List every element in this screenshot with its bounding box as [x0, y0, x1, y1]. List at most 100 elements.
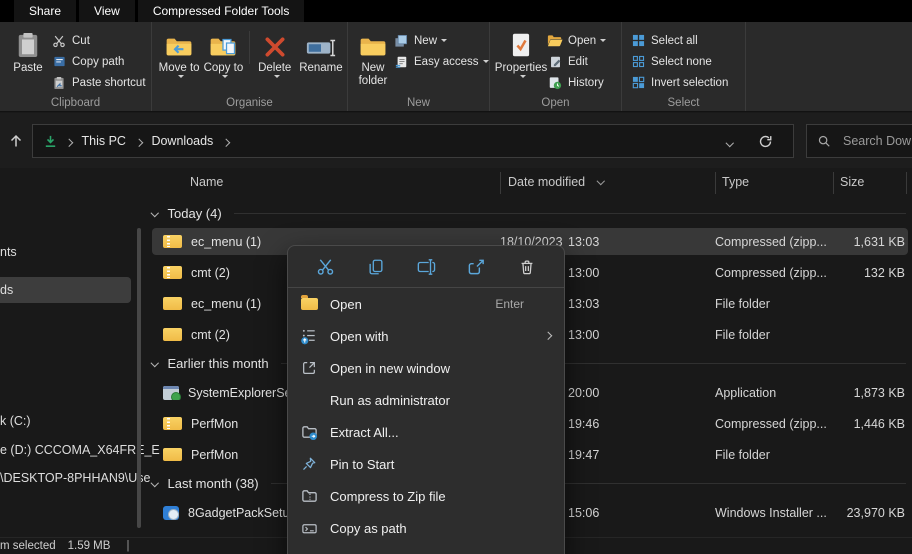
- sidebar-item-network-path[interactable]: \DESKTOP-8PHHAN9\Use: [0, 471, 151, 485]
- scissors-icon: [51, 33, 67, 48]
- address-band: This PC Downloads Search Downloads: [0, 113, 912, 168]
- collapse-chevron-icon: [151, 479, 159, 487]
- copy-path-button[interactable]: Copy path: [51, 51, 146, 72]
- ribbon-group-organise: Move to Copy to Delete: [152, 22, 348, 111]
- address-bar[interactable]: This PC Downloads: [32, 124, 794, 158]
- sidebar-item-local-disk-c[interactable]: k (C:): [0, 414, 31, 428]
- sidebar-scrollbar-thumb[interactable]: [137, 228, 141, 528]
- refresh-icon: [758, 134, 773, 149]
- scissors-icon: [316, 257, 335, 276]
- menu-item-extract-all[interactable]: Extract All...: [288, 416, 564, 448]
- select-none-button[interactable]: Select none: [630, 51, 728, 72]
- copy-icon: [367, 258, 385, 276]
- sidebar-item-drive-d[interactable]: e (D:) CCCOMA_X64FRE_E: [0, 443, 160, 457]
- ribbon-tab-bar: Share View Compressed Folder Tools: [0, 0, 912, 22]
- copy-path-icon: [51, 54, 67, 69]
- menu-item-pin-to-start[interactable]: Pin to Start: [288, 448, 564, 480]
- up-button[interactable]: [4, 129, 28, 153]
- copy-to-button[interactable]: Copy to: [201, 27, 245, 78]
- paste-shortcut-button[interactable]: Paste shortcut: [51, 72, 146, 93]
- trash-icon: [518, 258, 536, 276]
- invert-selection-icon: [630, 75, 646, 90]
- sort-indicator-icon: [598, 170, 604, 188]
- copy-icon-button[interactable]: [361, 252, 391, 282]
- delete-x-icon: [263, 28, 287, 59]
- compress-zip-icon: [300, 487, 318, 505]
- move-to-button[interactable]: Move to: [157, 27, 201, 78]
- ribbon-group-open: Properties Open Edit: [490, 22, 622, 111]
- zip-folder-icon: [163, 266, 182, 279]
- selection-size-text: 1.59 MB: [68, 540, 111, 552]
- column-header-name[interactable]: Name: [190, 175, 223, 189]
- pin-icon: [300, 455, 318, 473]
- extract-all-icon: [300, 423, 318, 441]
- open-with-icon: [300, 327, 318, 345]
- address-dropdown-button[interactable]: [727, 134, 733, 148]
- column-header-type[interactable]: Type: [722, 175, 749, 189]
- folder-icon: [163, 448, 182, 461]
- tab-compressed-folder-tools[interactable]: Compressed Folder Tools: [138, 0, 305, 22]
- paste-button[interactable]: Paste: [5, 27, 51, 93]
- search-input[interactable]: Search Downloads: [806, 124, 912, 158]
- menu-item-open-in-new-window[interactable]: Open in new window: [288, 352, 564, 384]
- cut-icon-button[interactable]: [310, 252, 340, 282]
- column-divider[interactable]: [833, 172, 834, 194]
- rename-icon-button[interactable]: [411, 252, 441, 282]
- column-header-size[interactable]: Size: [840, 175, 864, 189]
- ribbon-group-select: Select all Select none Invert selection …: [622, 22, 746, 111]
- refresh-button[interactable]: [758, 134, 773, 149]
- rename-icon: [416, 258, 436, 276]
- new-item-button[interactable]: New: [393, 30, 489, 51]
- easy-access-button[interactable]: Easy access: [393, 51, 489, 72]
- menu-item-copy-as-path[interactable]: Copy as path: [288, 512, 564, 544]
- column-divider[interactable]: [500, 172, 501, 194]
- column-header-date-modified[interactable]: Date modified: [508, 175, 585, 189]
- collapse-chevron-icon: [151, 209, 159, 217]
- breadcrumb-this-pc[interactable]: This PC: [80, 134, 128, 148]
- menu-item-run-as-administrator[interactable]: Run as administrator: [288, 384, 564, 416]
- ribbon: Paste Cut Copy path: [0, 22, 912, 112]
- delete-button[interactable]: Delete: [253, 27, 297, 78]
- open-folder-icon: [300, 295, 318, 313]
- cut-button[interactable]: Cut: [51, 30, 146, 51]
- share-icon-button[interactable]: [462, 252, 492, 282]
- menu-item-open-with[interactable]: Open with: [288, 320, 564, 352]
- history-button[interactable]: History: [547, 72, 606, 93]
- column-divider[interactable]: [906, 172, 907, 194]
- new-folder-button[interactable]: New folder: [353, 27, 393, 87]
- menu-item-open[interactable]: Open Enter: [288, 288, 564, 320]
- breadcrumb-downloads[interactable]: Downloads: [149, 134, 215, 148]
- copy-to-icon: [208, 28, 238, 59]
- new-item-icon: [393, 33, 409, 48]
- properties-button[interactable]: Properties: [495, 27, 547, 93]
- edit-button[interactable]: Edit: [547, 51, 606, 72]
- select-all-button[interactable]: Select all: [630, 30, 728, 51]
- collapse-chevron-icon: [151, 359, 159, 367]
- downloads-folder-icon: [43, 134, 58, 149]
- rename-button[interactable]: Rename: [297, 27, 345, 78]
- dropdown-caret: [178, 75, 184, 78]
- dropdown-caret: [600, 39, 606, 42]
- breadcrumb-chevron-icon: [65, 138, 73, 146]
- tab-share[interactable]: Share: [14, 0, 76, 22]
- file-explorer-window: Share View Compressed Folder Tools Paste…: [0, 0, 912, 554]
- copy-as-path-icon: [300, 519, 318, 537]
- group-header-today[interactable]: Today (4): [152, 202, 906, 224]
- column-divider[interactable]: [715, 172, 716, 194]
- zip-folder-icon: [163, 235, 182, 248]
- select-all-icon: [630, 33, 646, 48]
- sidebar-item-documents[interactable]: nts: [0, 245, 17, 259]
- paste-shortcut-icon: [51, 75, 67, 90]
- sidebar-item-downloads[interactable]: ds: [0, 277, 131, 303]
- invert-selection-button[interactable]: Invert selection: [630, 72, 728, 93]
- folder-icon: [163, 328, 182, 341]
- select-none-icon: [630, 54, 646, 69]
- dropdown-caret: [441, 39, 447, 42]
- organise-group-label: Organise: [152, 97, 347, 109]
- delete-icon-button[interactable]: [512, 252, 542, 282]
- up-arrow-icon: [8, 133, 24, 149]
- tab-view[interactable]: View: [79, 0, 135, 22]
- installer-icon: [163, 386, 179, 400]
- menu-item-compress-to-zip[interactable]: Compress to Zip file: [288, 480, 564, 512]
- open-button[interactable]: Open: [547, 30, 606, 51]
